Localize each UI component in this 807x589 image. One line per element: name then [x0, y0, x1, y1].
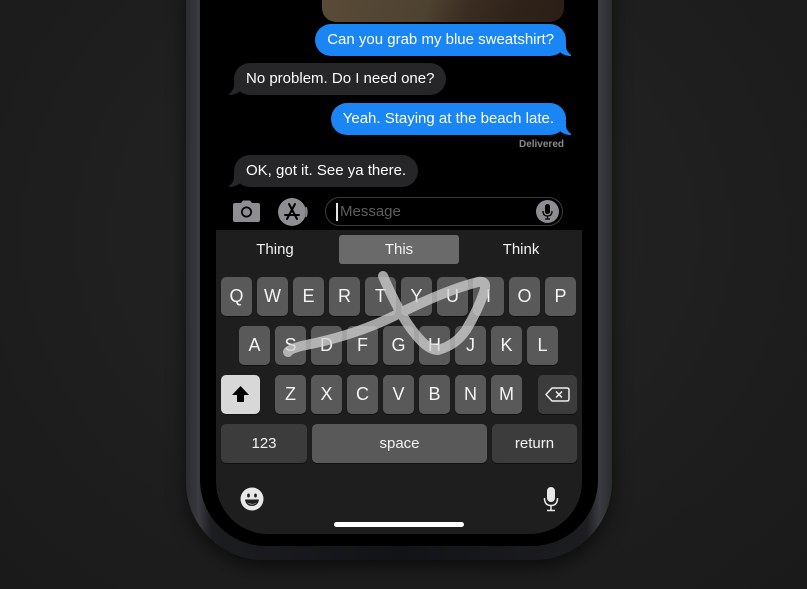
home-indicator[interactable]	[334, 522, 464, 527]
key-f[interactable]: F	[347, 326, 378, 365]
key-a[interactable]: A	[239, 326, 270, 365]
key-j[interactable]: J	[455, 326, 486, 365]
shift-key[interactable]	[221, 375, 260, 414]
space-key[interactable]: space	[312, 424, 487, 463]
message-bubble-sent[interactable]: Can you grab my blue sweatshirt?	[315, 24, 576, 56]
text-caret	[336, 203, 338, 221]
key-l[interactable]: L	[527, 326, 558, 365]
app-store-icon[interactable]	[278, 197, 308, 227]
microphone-icon[interactable]	[536, 200, 559, 223]
key-d[interactable]: D	[311, 326, 342, 365]
key-z[interactable]: Z	[275, 375, 306, 414]
shift-arrow-icon	[232, 386, 249, 402]
suggestion-bar: Thing This Think	[216, 230, 582, 268]
key-r[interactable]: R	[329, 277, 360, 316]
backspace-icon	[545, 387, 570, 402]
camera-icon[interactable]	[233, 200, 260, 222]
key-g[interactable]: G	[383, 326, 414, 365]
message-placeholder: Message	[340, 203, 401, 220]
key-s[interactable]: S	[275, 326, 306, 365]
message-bubble-received[interactable]: OK, got it. See ya there.	[223, 155, 419, 187]
key-c[interactable]: C	[347, 375, 378, 414]
key-x[interactable]: X	[311, 375, 342, 414]
message-text: OK, got it. See ya there.	[246, 162, 407, 179]
key-m[interactable]: M	[491, 375, 522, 414]
key-v[interactable]: V	[383, 375, 414, 414]
emoji-icon[interactable]	[240, 487, 264, 511]
photo-attachment[interactable]	[322, 0, 564, 22]
key-t[interactable]: T	[365, 277, 396, 316]
suggestion-thing[interactable]: Thing	[216, 235, 334, 264]
key-h[interactable]: H	[419, 326, 450, 365]
delivery-status: Delivered	[518, 139, 564, 150]
key-k[interactable]: K	[491, 326, 522, 365]
keyboard: Thing This Think QWERTYUIOP ASDFGHJKL ZXCV…	[216, 230, 582, 534]
dictation-icon[interactable]	[543, 486, 559, 512]
key-u[interactable]: U	[437, 277, 468, 316]
key-q[interactable]: Q	[221, 277, 252, 316]
key-b[interactable]: B	[419, 375, 450, 414]
key-y[interactable]: Y	[401, 277, 432, 316]
key-p[interactable]: P	[545, 277, 576, 316]
key-e[interactable]: E	[293, 277, 324, 316]
delete-key[interactable]	[538, 375, 577, 414]
suggestion-this[interactable]: This	[339, 235, 459, 264]
key-o[interactable]: O	[509, 277, 540, 316]
suggestion-think[interactable]: Think	[462, 235, 580, 264]
key-i[interactable]: I	[473, 277, 504, 316]
numbers-key[interactable]: 123	[221, 424, 307, 463]
message-text: Yeah. Staying at the beach late.	[342, 110, 554, 127]
messages-screen: Can you grab my blue sweatshirt? No prob…	[216, 0, 582, 534]
key-w[interactable]: W	[257, 277, 288, 316]
message-bubble-received[interactable]: No problem. Do I need one?	[223, 63, 447, 95]
key-n[interactable]: N	[455, 375, 486, 414]
return-key[interactable]: return	[492, 424, 577, 463]
message-text: No problem. Do I need one?	[246, 70, 435, 87]
message-text: Can you grab my blue sweatshirt?	[327, 31, 554, 48]
message-bubble-sent[interactable]: Yeah. Staying at the beach late.	[330, 103, 577, 135]
message-input[interactable]: Message	[325, 197, 563, 226]
